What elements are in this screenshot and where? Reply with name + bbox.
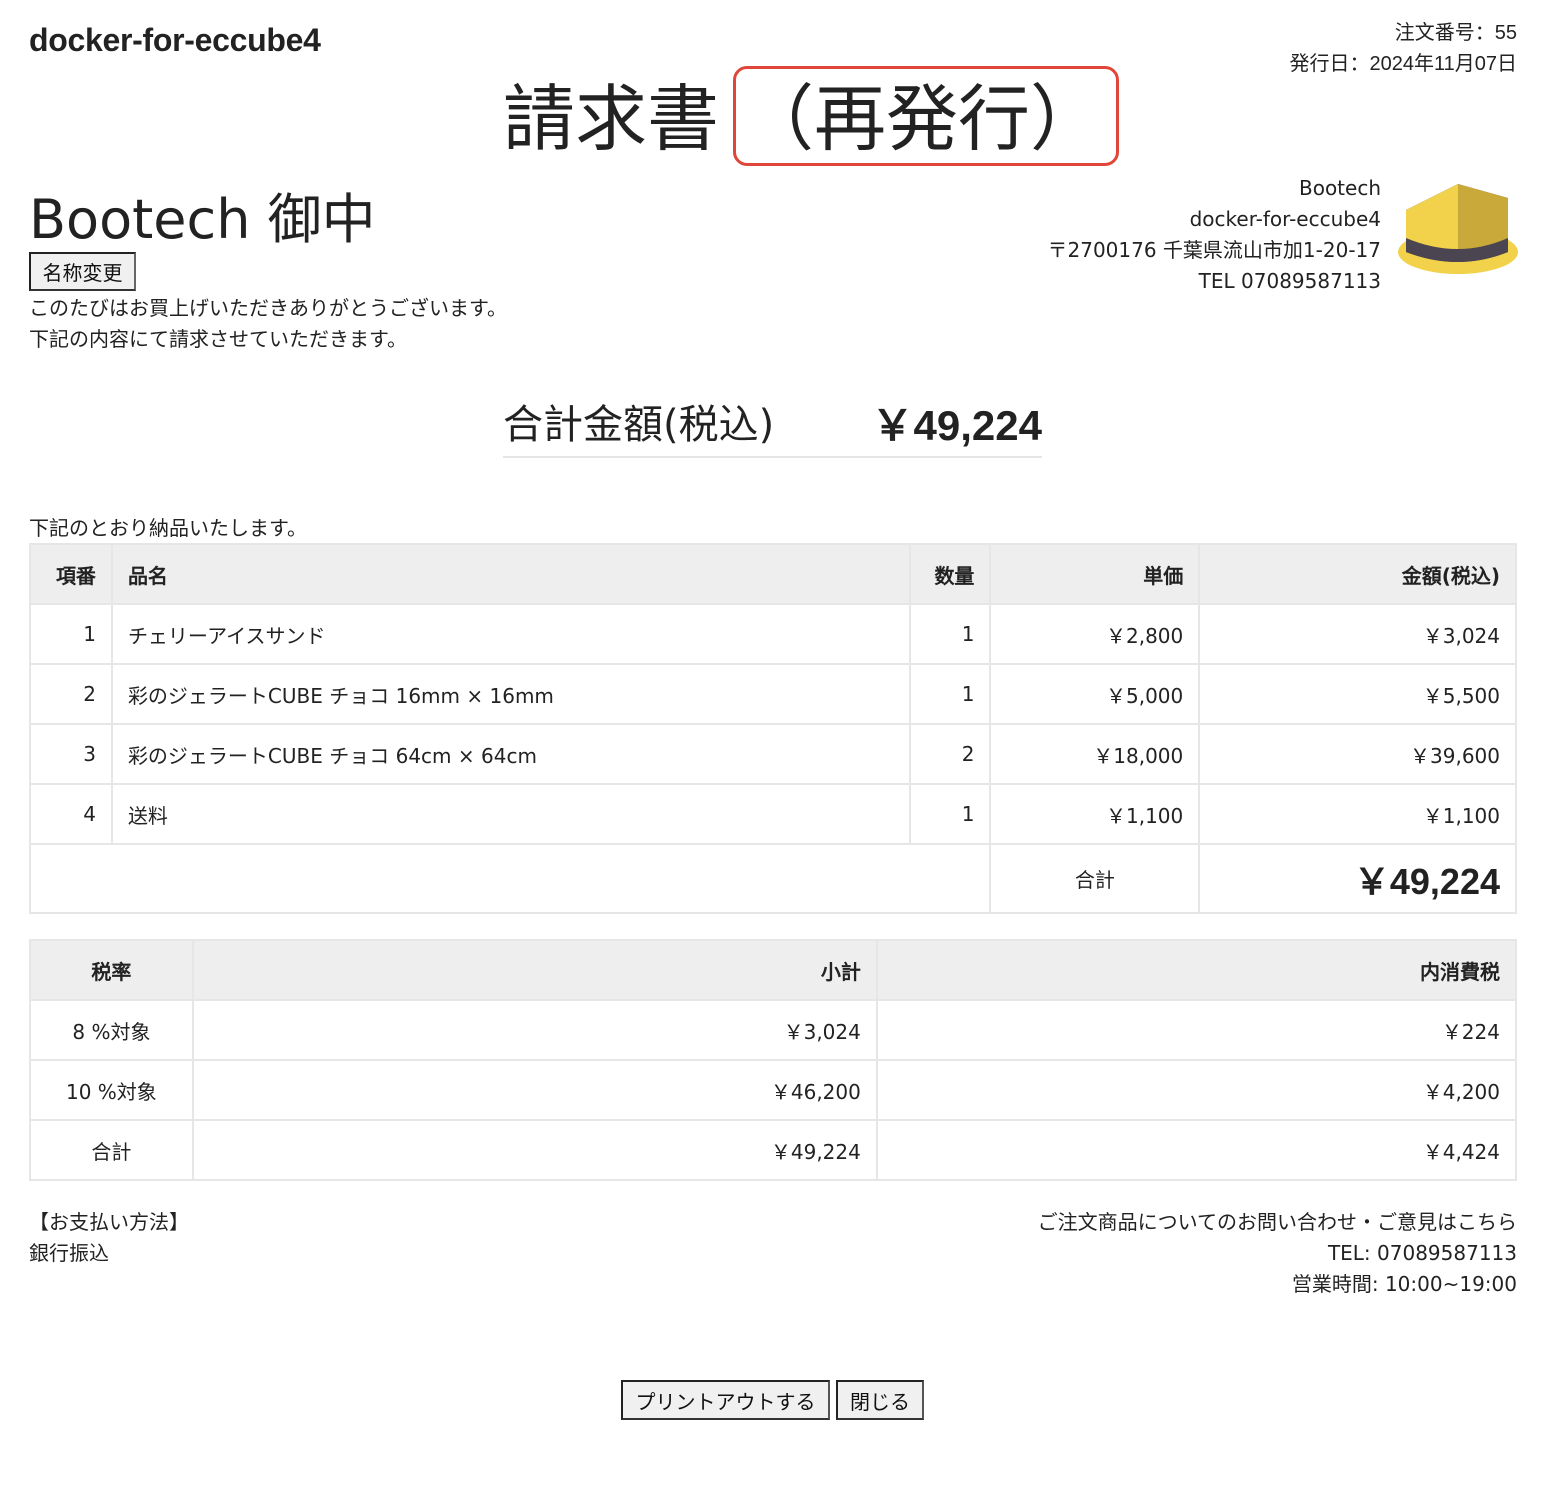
payment-method: 銀行振込 — [29, 1241, 109, 1265]
tax-amount: ￥4,200 — [875, 1059, 1518, 1121]
item-amount: ￥5,500 — [1198, 663, 1517, 725]
payment-info: 【お支払い方法】 銀行振込 — [29, 1207, 189, 1269]
items-table: 項番 品名 数量 単価 金額(税込) 1 チェリーアイスサンド 1 ￥2,800… — [28, 543, 1517, 914]
tax-rate: 10 %対象 — [29, 1059, 194, 1121]
tax-table: 税率 小計 内消費税 8 %対象 ￥3,024 ￥224 10 %対象 ￥46,… — [29, 939, 1518, 1181]
table-row: 10 %対象 ￥46,200 ￥4,200 — [29, 1059, 1518, 1121]
header-no: 項番 — [29, 543, 113, 605]
item-unit-price: ￥1,100 — [989, 783, 1201, 845]
item-qty: 2 — [908, 723, 992, 785]
shop-name: docker-for-eccube4 — [29, 22, 321, 58]
header-qty: 数量 — [908, 543, 992, 605]
contact-intro: ご注文商品についてのお問い合わせ・ご意見はこちら — [1037, 1210, 1517, 1234]
item-qty: 1 — [908, 603, 992, 665]
header-name: 品名 — [110, 543, 911, 605]
item-amount: ￥3,024 — [1198, 603, 1517, 665]
issuer-address: 〒2700176 千葉県流山市加1-20-17 — [1047, 238, 1382, 262]
item-no: 4 — [29, 783, 113, 845]
issue-date: 発行日：2024年11月07日 — [1289, 53, 1518, 75]
order-meta: 注文番号：55 発行日：2024年11月07日 — [1290, 18, 1518, 80]
table-row: 8 %対象 ￥3,024 ￥224 — [29, 999, 1518, 1061]
header-tax-rate: 税率 — [29, 939, 194, 1001]
yellow-hat-logo-icon — [1398, 184, 1518, 274]
item-unit-price: ￥2,800 — [989, 603, 1201, 665]
contact-info: ご注文商品についてのお問い合わせ・ご意見はこちら TEL: 0708958711… — [1038, 1207, 1517, 1300]
tax-subtotal: ￥3,024 — [191, 999, 878, 1061]
header-included-tax: 内消費税 — [875, 939, 1518, 1001]
sum-label: 合計 — [989, 843, 1201, 914]
payment-label: 【お支払い方法】 — [29, 1210, 189, 1234]
delivery-note: 下記のとおり納品いたします。 — [29, 516, 307, 540]
contact-hours: 営業時間: 10:00~19:00 — [1291, 1272, 1517, 1296]
sum-spacer — [28, 843, 992, 914]
item-amount: ￥39,600 — [1198, 723, 1517, 785]
items-header-row: 項番 品名 数量 単価 金額(税込) — [29, 543, 1517, 605]
item-unit-price: ￥18,000 — [989, 723, 1201, 785]
item-no: 1 — [29, 603, 113, 665]
total-value: ￥49,224 — [871, 402, 1042, 449]
document-title: 請求書 （再発行） — [503, 66, 1120, 166]
header-subtotal: 小計 — [191, 939, 878, 1001]
item-name: 彩のジェラートCUBE チョコ 64cm × 64cm — [110, 723, 911, 785]
table-row: 4 送料 1 ￥1,100 ￥1,100 — [29, 783, 1517, 845]
tax-rate: 8 %対象 — [29, 999, 194, 1061]
issuer-shop: docker-for-eccube4 — [1189, 207, 1381, 231]
items-sum-row: 合計 ￥49,224 — [28, 843, 1517, 914]
table-row: 3 彩のジェラートCUBE チョコ 64cm × 64cm 2 ￥18,000 … — [29, 723, 1517, 785]
table-row: 1 チェリーアイスサンド 1 ￥2,800 ￥3,024 — [29, 603, 1517, 665]
item-amount: ￥1,100 — [1198, 783, 1517, 845]
item-no: 3 — [29, 723, 113, 785]
sum-value: ￥49,224 — [1198, 843, 1517, 914]
header-amount: 金額(税込) — [1198, 543, 1517, 605]
rename-button[interactable]: 名称変更 — [29, 252, 136, 291]
issuer-info: Bootech docker-for-eccube4 〒2700176 千葉県流… — [1048, 173, 1382, 297]
item-qty: 1 — [908, 663, 992, 725]
tax-subtotal: ￥46,200 — [191, 1059, 878, 1121]
print-button[interactable]: プリントアウトする — [621, 1380, 830, 1420]
issuer-tel: TEL 07089587113 — [1198, 269, 1381, 293]
tax-amount: ￥224 — [875, 999, 1518, 1061]
order-number: 注文番号：55 — [1394, 22, 1517, 44]
item-unit-price: ￥5,000 — [989, 663, 1201, 725]
tax-amount: ￥4,424 — [875, 1119, 1518, 1181]
item-qty: 1 — [908, 783, 992, 845]
greeting-text: このたびはお買上げいただきありがとうございます。 下記の内容にて請求させていただ… — [29, 293, 507, 355]
contact-tel: TEL: 07089587113 — [1327, 1241, 1517, 1265]
title-main: 請求書 — [503, 77, 720, 161]
recipient-name: Bootech 御中 — [29, 188, 376, 251]
tax-rate: 合計 — [29, 1119, 194, 1181]
total-label: 合計金額(税込) — [503, 402, 775, 448]
header-unit-price: 単価 — [989, 543, 1201, 605]
tax-header-row: 税率 小計 内消費税 — [29, 939, 1518, 1001]
total-amount-box: 合計金額(税込) ￥49,224 — [503, 390, 1042, 458]
item-no: 2 — [29, 663, 113, 725]
table-row: 2 彩のジェラートCUBE チョコ 16mm × 16mm 1 ￥5,000 ￥… — [29, 663, 1517, 725]
tax-subtotal: ￥49,224 — [191, 1119, 878, 1181]
item-name: 送料 — [110, 783, 911, 845]
table-row: 合計 ￥49,224 ￥4,424 — [29, 1119, 1518, 1181]
greeting-line-1: このたびはお買上げいただきありがとうございます。 — [29, 296, 507, 320]
item-name: チェリーアイスサンド — [110, 603, 911, 665]
item-name: 彩のジェラートCUBE チョコ 16mm × 16mm — [110, 663, 911, 725]
reissue-label: （再発行） — [733, 66, 1120, 166]
greeting-line-2: 下記の内容にて請求させていただきます。 — [29, 327, 407, 351]
close-button[interactable]: 閉じる — [836, 1380, 924, 1420]
issuer-company: Bootech — [1298, 176, 1381, 200]
